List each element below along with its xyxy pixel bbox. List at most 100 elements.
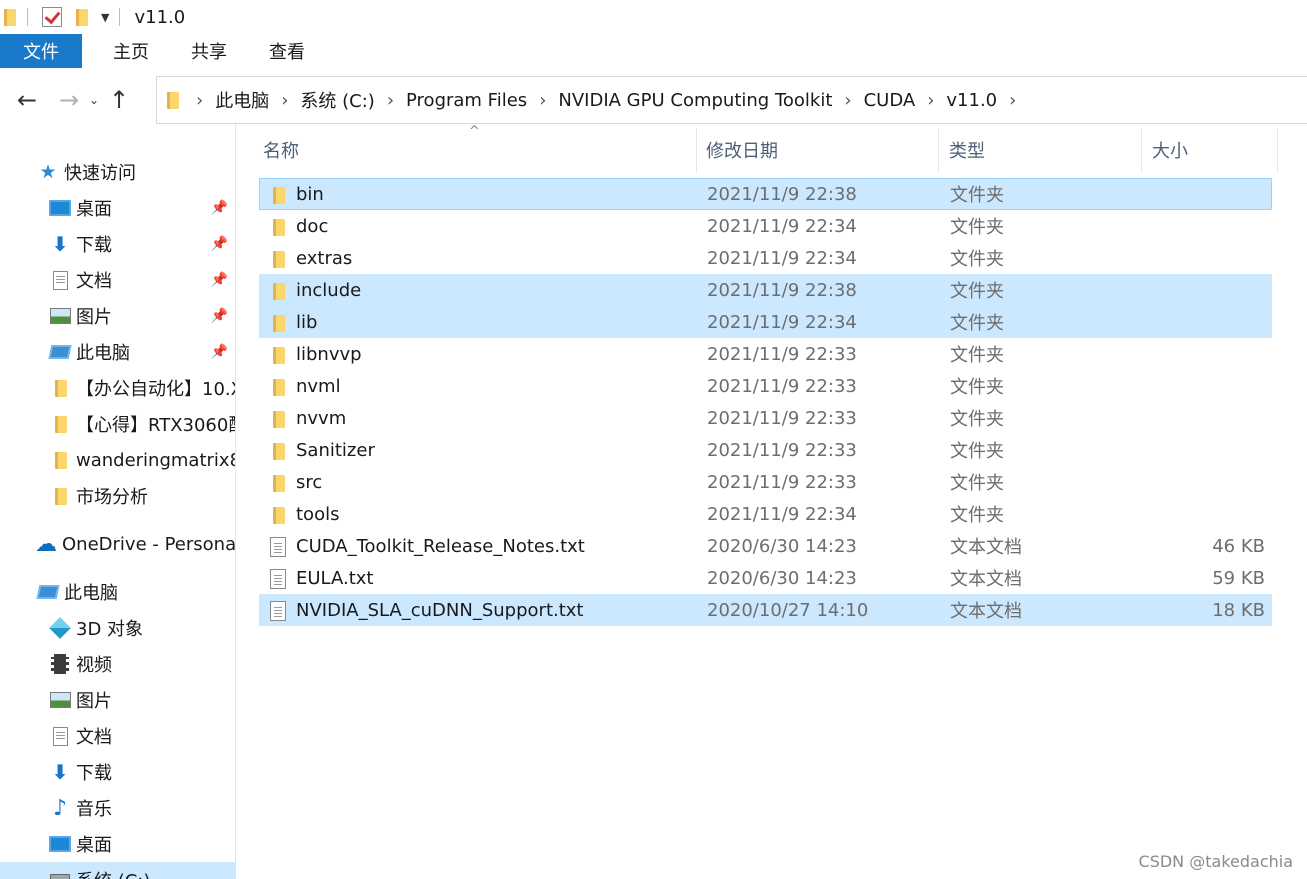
table-row[interactable]: lib 2021/11/9 22:34 文件夹 xyxy=(259,306,1272,338)
desktop-icon xyxy=(48,197,72,219)
sidebar-item-documents-pc[interactable]: 文档 xyxy=(0,718,235,754)
table-row[interactable]: NVIDIA_SLA_cuDNN_Support.txt 2020/10/27 1… xyxy=(259,594,1272,626)
sidebar-item-this-pc-pinned[interactable]: 此电脑 📌 xyxy=(0,334,235,370)
desktop-icon xyxy=(48,833,72,855)
sidebar-item-pictures[interactable]: 图片 📌 xyxy=(0,298,235,334)
column-header-label: 大小 xyxy=(1152,141,1188,162)
forward-arrow-icon[interactable]: → xyxy=(54,86,84,114)
table-row[interactable]: Sanitizer 2021/11/9 22:33 文件夹 xyxy=(259,434,1272,466)
sidebar-item-videos[interactable]: 视频 xyxy=(0,646,235,682)
properties-icon[interactable] xyxy=(42,7,62,27)
sidebar-item-pictures-pc[interactable]: 图片 xyxy=(0,682,235,718)
chevron-right-icon[interactable]: › xyxy=(927,90,934,111)
breadcrumb-cuda[interactable]: CUDA xyxy=(864,90,916,111)
table-row[interactable]: libnvvp 2021/11/9 22:33 文件夹 xyxy=(259,338,1272,370)
sidebar-item-downloads-pc[interactable]: ⬇ 下载 xyxy=(0,754,235,790)
document-icon xyxy=(48,269,72,291)
pin-icon[interactable]: 📌 xyxy=(211,272,228,288)
sidebar-item-label: 桌面 xyxy=(76,199,112,220)
star-icon: ★ xyxy=(39,161,57,183)
sidebar-item-desktop-pc[interactable]: 桌面 xyxy=(0,826,235,862)
file-name: Sanitizer xyxy=(296,439,375,461)
sidebar-item-label: 【心得】RTX3060配 xyxy=(76,415,236,436)
sidebar-item-recent-0[interactable]: 【办公自动化】10.X xyxy=(0,370,236,406)
table-row[interactable]: nvvm 2021/11/9 22:33 文件夹 xyxy=(259,402,1272,434)
table-row[interactable]: extras 2021/11/9 22:34 文件夹 xyxy=(259,242,1272,274)
file-date: 2020/6/30 14:23 xyxy=(707,535,857,557)
sidebar-item-downloads[interactable]: ⬇ 下载 📌 xyxy=(0,226,235,262)
sidebar-item-3d-objects[interactable]: 3D 对象 xyxy=(0,610,235,646)
sidebar-item-music[interactable]: ♪ 音乐 xyxy=(0,790,235,826)
table-row[interactable]: bin 2021/11/9 22:38 文件夹 xyxy=(259,178,1272,210)
chevron-right-icon[interactable]: › xyxy=(281,90,288,111)
sidebar-item-label: 系统 (C:) xyxy=(76,867,150,879)
chevron-right-icon[interactable]: › xyxy=(196,90,203,111)
tab-file[interactable]: 文件 xyxy=(0,34,82,68)
file-date: 2021/11/9 22:33 xyxy=(707,439,857,461)
table-row[interactable]: CUDA_Toolkit_Release_Notes.txt 2020/6/30 … xyxy=(259,530,1272,562)
sidebar-item-label: 文档 xyxy=(76,271,112,292)
sidebar-item-recent-3[interactable]: 市场分析 xyxy=(0,478,235,514)
sidebar-item-recent-2[interactable]: wanderingmatrix8 xyxy=(0,442,236,478)
folder-icon xyxy=(268,441,288,461)
sidebar-item-label: 【办公自动化】10.X xyxy=(76,379,236,400)
file-type: 文件夹 xyxy=(950,377,1004,398)
table-row[interactable]: src 2021/11/9 22:33 文件夹 xyxy=(259,466,1272,498)
chevron-right-icon[interactable]: › xyxy=(844,90,851,111)
table-row[interactable]: EULA.txt 2020/6/30 14:23 文本文档 59 KB xyxy=(259,562,1272,594)
folder-icon xyxy=(48,413,72,435)
sidebar-item-desktop[interactable]: 桌面 📌 xyxy=(0,190,235,226)
breadcrumb-c-drive[interactable]: 系统 (C:) xyxy=(300,87,374,113)
sidebar-item-label: 3D 对象 xyxy=(76,619,144,640)
sidebar-item-label: wanderingmatrix8 xyxy=(76,449,236,471)
file-type: 文件夹 xyxy=(950,281,1004,302)
sidebar-item-label: 市场分析 xyxy=(76,487,148,508)
sidebar-item-onedrive[interactable]: ☁ OneDrive - Personal xyxy=(0,526,235,562)
sidebar-item-recent-1[interactable]: 【心得】RTX3060配 xyxy=(0,406,236,442)
picture-icon xyxy=(48,305,72,327)
picture-icon xyxy=(48,689,72,711)
table-row[interactable]: nvml 2021/11/9 22:33 文件夹 xyxy=(259,370,1272,402)
breadcrumb-v11[interactable]: v11.0 xyxy=(946,90,997,111)
file-size: 59 KB xyxy=(1212,567,1265,589)
column-header-date[interactable]: 修改日期 xyxy=(696,128,939,172)
chevron-right-icon[interactable]: › xyxy=(1009,90,1016,111)
tab-share[interactable]: 共享 xyxy=(180,38,238,64)
breadcrumb-program-files[interactable]: Program Files xyxy=(406,90,527,111)
sidebar-item-quick-access[interactable]: ★ 快速访问 xyxy=(0,154,235,190)
sidebar-item-documents[interactable]: 文档 📌 xyxy=(0,262,235,298)
pin-icon[interactable]: 📌 xyxy=(211,236,228,252)
file-date: 2021/11/9 22:33 xyxy=(707,343,857,365)
column-header-label: 名称 xyxy=(263,141,299,162)
address-bar[interactable]: › 此电脑 › 系统 (C:) › Program Files › NVIDIA… xyxy=(156,76,1307,124)
file-type: 文本文档 xyxy=(950,569,1022,590)
tab-home[interactable]: 主页 xyxy=(102,38,160,64)
chevron-right-icon[interactable]: › xyxy=(539,90,546,111)
sidebar-item-c-drive[interactable]: 系统 (C:) xyxy=(0,862,235,879)
tab-view[interactable]: 查看 xyxy=(258,38,316,64)
chevron-right-icon[interactable]: › xyxy=(387,90,394,111)
folder-icon xyxy=(48,485,72,507)
back-arrow-icon[interactable]: ← xyxy=(12,86,42,114)
up-arrow-icon[interactable]: ↑ xyxy=(104,86,134,114)
table-row[interactable]: tools 2021/11/9 22:34 文件夹 xyxy=(259,498,1272,530)
divider xyxy=(119,8,121,26)
breadcrumb-this-pc[interactable]: 此电脑 xyxy=(215,87,269,113)
table-row[interactable]: doc 2021/11/9 22:34 文件夹 xyxy=(259,210,1272,242)
new-folder-icon[interactable] xyxy=(74,8,89,27)
column-header-name[interactable]: 名称 xyxy=(253,128,697,172)
column-header-size[interactable]: 大小 xyxy=(1142,128,1278,172)
sidebar-item-this-pc[interactable]: 此电脑 xyxy=(0,574,235,610)
folder-icon xyxy=(48,449,72,471)
file-name: CUDA_Toolkit_Release_Notes.txt xyxy=(296,535,585,557)
file-size: 18 KB xyxy=(1212,599,1265,621)
text-file-icon xyxy=(268,537,288,557)
recent-locations-chevron-icon[interactable]: ⌄ xyxy=(84,93,104,107)
pin-icon[interactable]: 📌 xyxy=(211,200,228,216)
pin-icon[interactable]: 📌 xyxy=(211,308,228,324)
breadcrumb-nvidia-toolkit[interactable]: NVIDIA GPU Computing Toolkit xyxy=(558,90,832,111)
chevron-down-icon[interactable]: ▼ xyxy=(101,11,109,24)
column-header-type[interactable]: 类型 xyxy=(939,128,1142,172)
pin-icon[interactable]: 📌 xyxy=(211,344,228,360)
table-row[interactable]: include 2021/11/9 22:38 文件夹 xyxy=(259,274,1272,306)
